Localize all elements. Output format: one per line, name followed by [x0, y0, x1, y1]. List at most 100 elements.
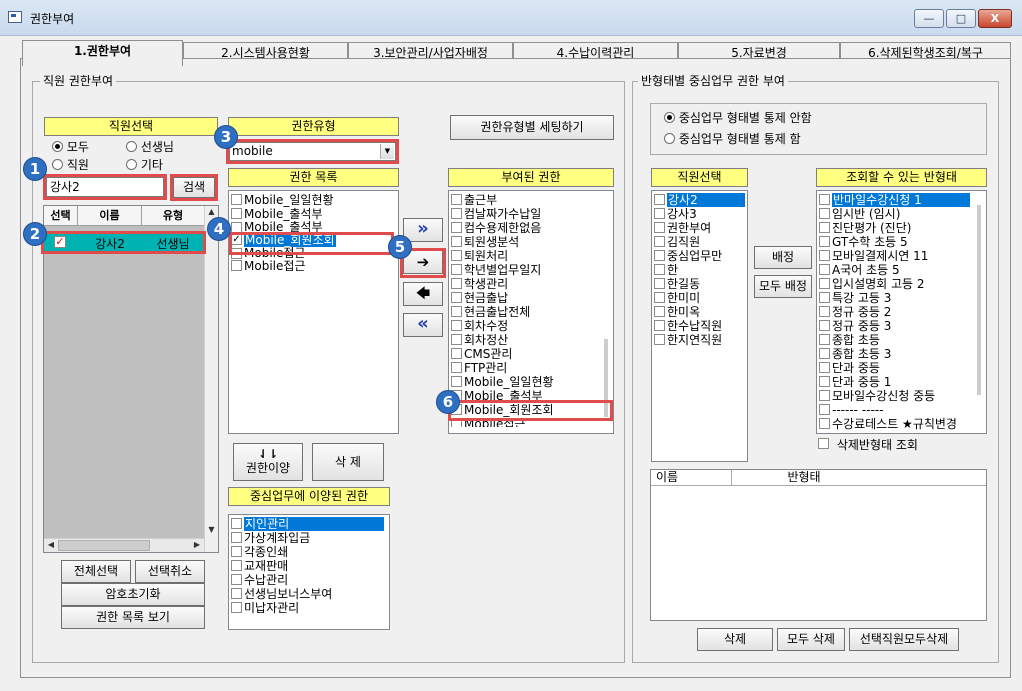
show-deleted-checkbox[interactable]: [818, 438, 829, 449]
permission-list[interactable]: Mobile_일일현황 Mobile_출석부 Mobile_출석부 ✓ Mobil…: [228, 190, 399, 434]
checkbox[interactable]: [819, 208, 830, 219]
list-item[interactable]: 출근부: [449, 193, 613, 207]
list-item[interactable]: 모바일수강신청 중등: [817, 389, 986, 403]
class-types-scroll-thumb[interactable]: [977, 205, 981, 395]
checkbox[interactable]: [819, 194, 830, 205]
class-types-list[interactable]: 반마일수강신청 1 임시반 (임시) 진단평가 (진단) GT수학 초등 5 모…: [816, 190, 987, 434]
list-item[interactable]: 현금출납전체: [449, 305, 613, 319]
checkbox[interactable]: [231, 532, 242, 543]
list-item[interactable]: 수납관리: [229, 573, 389, 587]
list-item[interactable]: 선생님보너스부여: [229, 587, 389, 601]
checkbox[interactable]: [451, 334, 462, 345]
checkbox[interactable]: [654, 278, 665, 289]
right-staff-list[interactable]: 강사2 강사3 권한부여 김직원 중심업무만 한 한길동 한미미 한미옥 한수납…: [651, 190, 748, 462]
checkbox[interactable]: [819, 376, 830, 387]
close-button[interactable]: X: [978, 9, 1012, 28]
list-item[interactable]: 교재판매: [229, 559, 389, 573]
transfer-permission-button[interactable]: ⇃⇂ 권한이양: [233, 443, 303, 481]
reset-password-button[interactable]: 암호초기화: [61, 583, 205, 606]
checkbox[interactable]: [654, 222, 665, 233]
list-item[interactable]: 종합 초등 3: [817, 347, 986, 361]
checkbox[interactable]: [451, 236, 462, 247]
list-item[interactable]: 한미옥: [652, 305, 747, 319]
list-item[interactable]: 종합 초등: [817, 333, 986, 347]
checkbox[interactable]: [231, 560, 242, 571]
checkbox[interactable]: [819, 264, 830, 275]
list-item[interactable]: 퇴원생분석: [449, 235, 613, 249]
list-item[interactable]: 각종인쇄: [229, 545, 389, 559]
set-by-type-button[interactable]: 권한유형별 세팅하기: [450, 115, 614, 140]
checkbox[interactable]: [231, 194, 242, 205]
list-item[interactable]: 현금출납: [449, 291, 613, 305]
staff-grid-hscroll[interactable]: ◀ ▶: [44, 538, 204, 552]
list-item[interactable]: 한길동: [652, 277, 747, 291]
checkbox[interactable]: [451, 292, 462, 303]
tab-permission-grant[interactable]: 1.권한부여: [22, 40, 183, 66]
checkbox[interactable]: [231, 574, 242, 585]
checkbox[interactable]: [451, 306, 462, 317]
checkbox[interactable]: [654, 306, 665, 317]
checkbox[interactable]: [819, 362, 830, 373]
list-item[interactable]: 가상계좌입금: [229, 531, 389, 545]
radio-control[interactable]: 중심업무 형태별 통제 함: [664, 132, 801, 146]
list-item[interactable]: 단과 중등: [817, 361, 986, 375]
checkbox[interactable]: [451, 250, 462, 261]
hscroll-thumb[interactable]: [58, 540, 150, 551]
list-item[interactable]: FTP관리: [449, 361, 613, 375]
view-permission-list-button[interactable]: 권한 목록 보기: [61, 606, 205, 629]
core-transferred-list[interactable]: 지인관리 가상계좌입금 각종인쇄 교재판매 수납관리 선생님보너스부여 미납자관…: [228, 514, 390, 630]
checkbox[interactable]: [819, 418, 830, 429]
assigned-class-table[interactable]: 이름 반형태: [650, 469, 987, 621]
delete-all-button[interactable]: 모두 삭제: [777, 628, 845, 651]
checkbox[interactable]: [231, 208, 242, 219]
checkbox[interactable]: [231, 518, 242, 529]
list-item[interactable]: Mobile접근: [229, 259, 398, 273]
list-item[interactable]: 한미미: [652, 291, 747, 305]
checkbox[interactable]: [819, 278, 830, 289]
checkbox[interactable]: [231, 260, 242, 271]
list-item[interactable]: 임시반 (임시): [817, 207, 986, 221]
checkbox[interactable]: [819, 390, 830, 401]
checkbox[interactable]: [654, 208, 665, 219]
checkbox[interactable]: [451, 264, 462, 275]
list-item[interactable]: 한수납직원: [652, 319, 747, 333]
delete-permission-button[interactable]: 삭 제: [312, 443, 384, 481]
list-item[interactable]: 수강료테스트 ★규칙변경: [817, 417, 986, 431]
checkbox[interactable]: [819, 222, 830, 233]
checkbox[interactable]: [451, 362, 462, 373]
list-item[interactable]: CMS관리: [449, 347, 613, 361]
checkbox[interactable]: [819, 404, 830, 415]
list-item[interactable]: 강사3: [652, 207, 747, 221]
maximize-button[interactable]: □: [946, 9, 976, 28]
radio-teacher[interactable]: 선생님: [126, 140, 174, 154]
list-item[interactable]: 컴수용제한없음: [449, 221, 613, 235]
staff-grid-vscroll[interactable]: ▲ ▼: [204, 206, 218, 552]
minimize-button[interactable]: —: [914, 9, 944, 28]
assign-all-button[interactable]: 모두 배정: [754, 275, 812, 298]
list-item[interactable]: 입시설명회 고등 2: [817, 277, 986, 291]
checkbox[interactable]: [451, 376, 462, 387]
list-item[interactable]: 컴날짜가수납일: [449, 207, 613, 221]
move-left-button[interactable]: 🡄: [403, 282, 443, 306]
show-deleted-class-types[interactable]: 삭제반형태 조회: [818, 438, 918, 452]
list-item[interactable]: 한지연직원: [652, 333, 747, 347]
list-item[interactable]: ------ -----: [817, 403, 986, 417]
list-item[interactable]: GT수학 초등 5: [817, 235, 986, 249]
checkbox[interactable]: [819, 292, 830, 303]
scroll-right-icon[interactable]: ▶: [192, 539, 202, 551]
checkbox[interactable]: [231, 602, 242, 613]
checkbox[interactable]: [451, 348, 462, 359]
checkbox[interactable]: [451, 194, 462, 205]
checkbox[interactable]: [451, 208, 462, 219]
checkbox[interactable]: [819, 250, 830, 261]
list-item[interactable]: Mobile_일일현황: [229, 193, 398, 207]
list-item[interactable]: 김직원: [652, 235, 747, 249]
delete-selected-staff-all-button[interactable]: 선택직원모두삭제: [849, 628, 959, 651]
checkbox[interactable]: [451, 222, 462, 233]
checkbox[interactable]: [654, 334, 665, 345]
checkbox[interactable]: [451, 320, 462, 331]
list-item[interactable]: 중심업무만: [652, 249, 747, 263]
checkbox[interactable]: [819, 320, 830, 331]
list-item[interactable]: 정규 중등 3: [817, 319, 986, 333]
checkbox[interactable]: [654, 264, 665, 275]
